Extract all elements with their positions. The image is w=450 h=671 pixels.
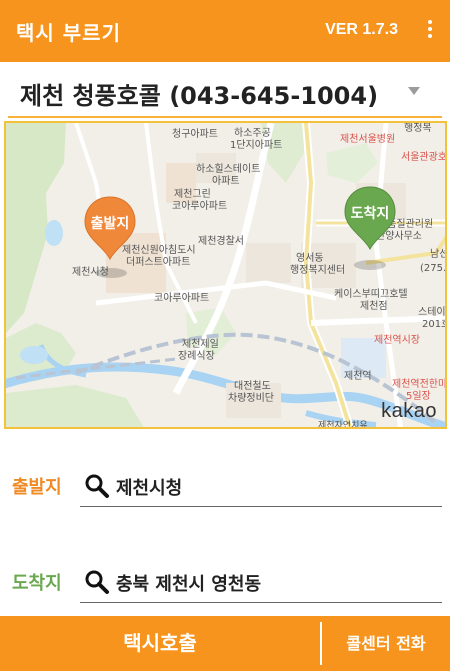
map-label: 청구아파트 <box>172 129 218 140</box>
map-label: 아파트 <box>212 176 240 187</box>
map-label: 코아루아파트 <box>154 293 210 304</box>
map-label: 제천그린 <box>174 189 211 200</box>
version-label: VER 1.7.3 <box>325 21 398 38</box>
map-label: 제천시청 <box>72 267 109 278</box>
origin-input[interactable]: 제천시청 <box>80 467 442 507</box>
map-label: 대전철도 <box>234 381 271 392</box>
map-label: 제천역시장 <box>374 335 420 346</box>
map-label: 하소주공 <box>234 128 271 139</box>
map-label: 제천점 <box>360 301 388 312</box>
destination-input[interactable]: 충북 제천시 영천동 <box>80 563 442 603</box>
origin-field: 출발지 제천시청 <box>12 467 442 507</box>
app-title: 택시 부르기 <box>16 21 121 45</box>
map-label: 서울관광호텔 <box>401 152 447 163</box>
destination-value: 충북 제천시 영천동 <box>116 574 262 595</box>
map-label: 제천서울병원 <box>340 134 396 145</box>
end-marker-label: 도착지 <box>350 206 390 222</box>
map-label: (275.1 <box>420 263 447 274</box>
map-label: 제천역 <box>344 371 372 382</box>
start-marker-label: 출발지 <box>90 216 130 232</box>
map-label: 케이스부띠끄호텔 <box>334 289 408 300</box>
map-label: 코아루아파트 <box>172 201 228 212</box>
map-label: 1단지아파트 <box>230 140 283 151</box>
map-label: 스테이 <box>418 307 446 318</box>
origin-value: 제천시청 <box>116 478 183 499</box>
dropdown-arrow-icon[interactable] <box>408 87 420 95</box>
map-label: 201호 <box>422 319 445 330</box>
more-vert-icon[interactable] <box>426 20 434 42</box>
call-center-button[interactable]: 콜센터 전화 <box>322 616 450 671</box>
company-select[interactable]: 제천 청풍호콜 (043-645-1004) <box>8 66 442 118</box>
destination-field: 도착지 충북 제천시 영천동 <box>12 563 442 603</box>
company-select-value: 제천 청풍호콜 (043-645-1004) <box>20 82 379 110</box>
bottom-bar: 택시호출 콜센터 전화 <box>0 616 450 671</box>
map-view[interactable]: 청구아파트 하소주공 1단지아파트 제천서울병원 행정복 서울관광호텔 하소힐스… <box>4 121 447 429</box>
map-label: 행정복지센터 <box>290 265 346 276</box>
map-label: 행정복 <box>404 123 432 134</box>
map-label: 제천경찰서 <box>198 236 244 247</box>
search-icon[interactable] <box>84 569 110 595</box>
map-label: 장례식장 <box>178 351 215 362</box>
map-label: 제천자연치유 <box>318 421 368 429</box>
destination-label: 도착지 <box>12 573 62 594</box>
map-label: 차량정비단 <box>228 393 274 404</box>
map-label: 영서동 <box>296 253 324 264</box>
map-label: 제천제일 <box>182 339 219 350</box>
map-label: 남선 <box>430 249 447 260</box>
kakao-attribution: kakao <box>381 400 437 422</box>
call-taxi-button[interactable]: 택시호출 <box>0 616 320 671</box>
start-marker[interactable]: 출발지 <box>82 195 138 261</box>
search-icon[interactable] <box>84 473 110 499</box>
map-label: 하소힐스테이트 <box>196 164 261 175</box>
app-bar: 택시 부르기 VER 1.7.3 <box>0 0 450 62</box>
origin-label: 출발지 <box>12 477 62 498</box>
map-label: 제천역전한마 <box>392 379 447 390</box>
end-marker[interactable]: 도착지 <box>342 185 398 251</box>
